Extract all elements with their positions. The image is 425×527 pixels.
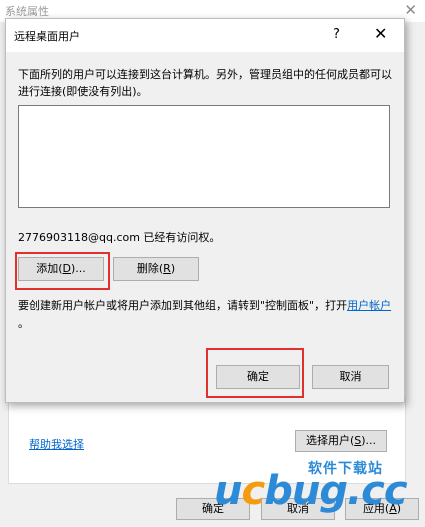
remove-user-button[interactable]: 删除(R) [113,257,199,281]
dialog-description: 下面所列的用户可以连接到这台计算机。另外，管理员组中的任何成员都可以进行连接(即… [18,68,392,98]
dialog-title-bar: 远程桌面用户 ? ✕ [6,19,404,52]
background-close-icon[interactable]: ✕ [404,1,417,19]
cancel-button[interactable]: 取消 [312,365,389,389]
user-accounts-link[interactable]: 用户帐户 [347,299,391,312]
select-users-button[interactable]: 选择用户(S)... [295,430,387,452]
ucbug-watermark: 软件下载站 ucbug.cc [208,452,423,524]
control-panel-note: 要创建新用户帐户或将用户添加到其他组，请转到"控制面板"，打开用户帐户。 [18,299,392,330]
help-icon[interactable]: ? [333,27,340,42]
user-list[interactable] [18,105,390,208]
background-window-title: 系统属性 [5,5,49,18]
highlight-add-button [15,252,110,290]
access-status-text: 2776903118@qq.com 已经有访问权。 [18,231,221,244]
close-icon[interactable]: ✕ [374,24,387,43]
highlight-ok-button [206,348,304,398]
dialog-title: 远程桌面用户 [14,30,80,43]
watermark-logo: ucbug.cc [214,468,408,514]
remote-desktop-users-dialog: 远程桌面用户 ? ✕ 下面所列的用户可以连接到这台计算机。另外，管理员组中的任何… [5,18,405,403]
help-me-choose-link[interactable]: 帮助我选择 [29,436,84,452]
